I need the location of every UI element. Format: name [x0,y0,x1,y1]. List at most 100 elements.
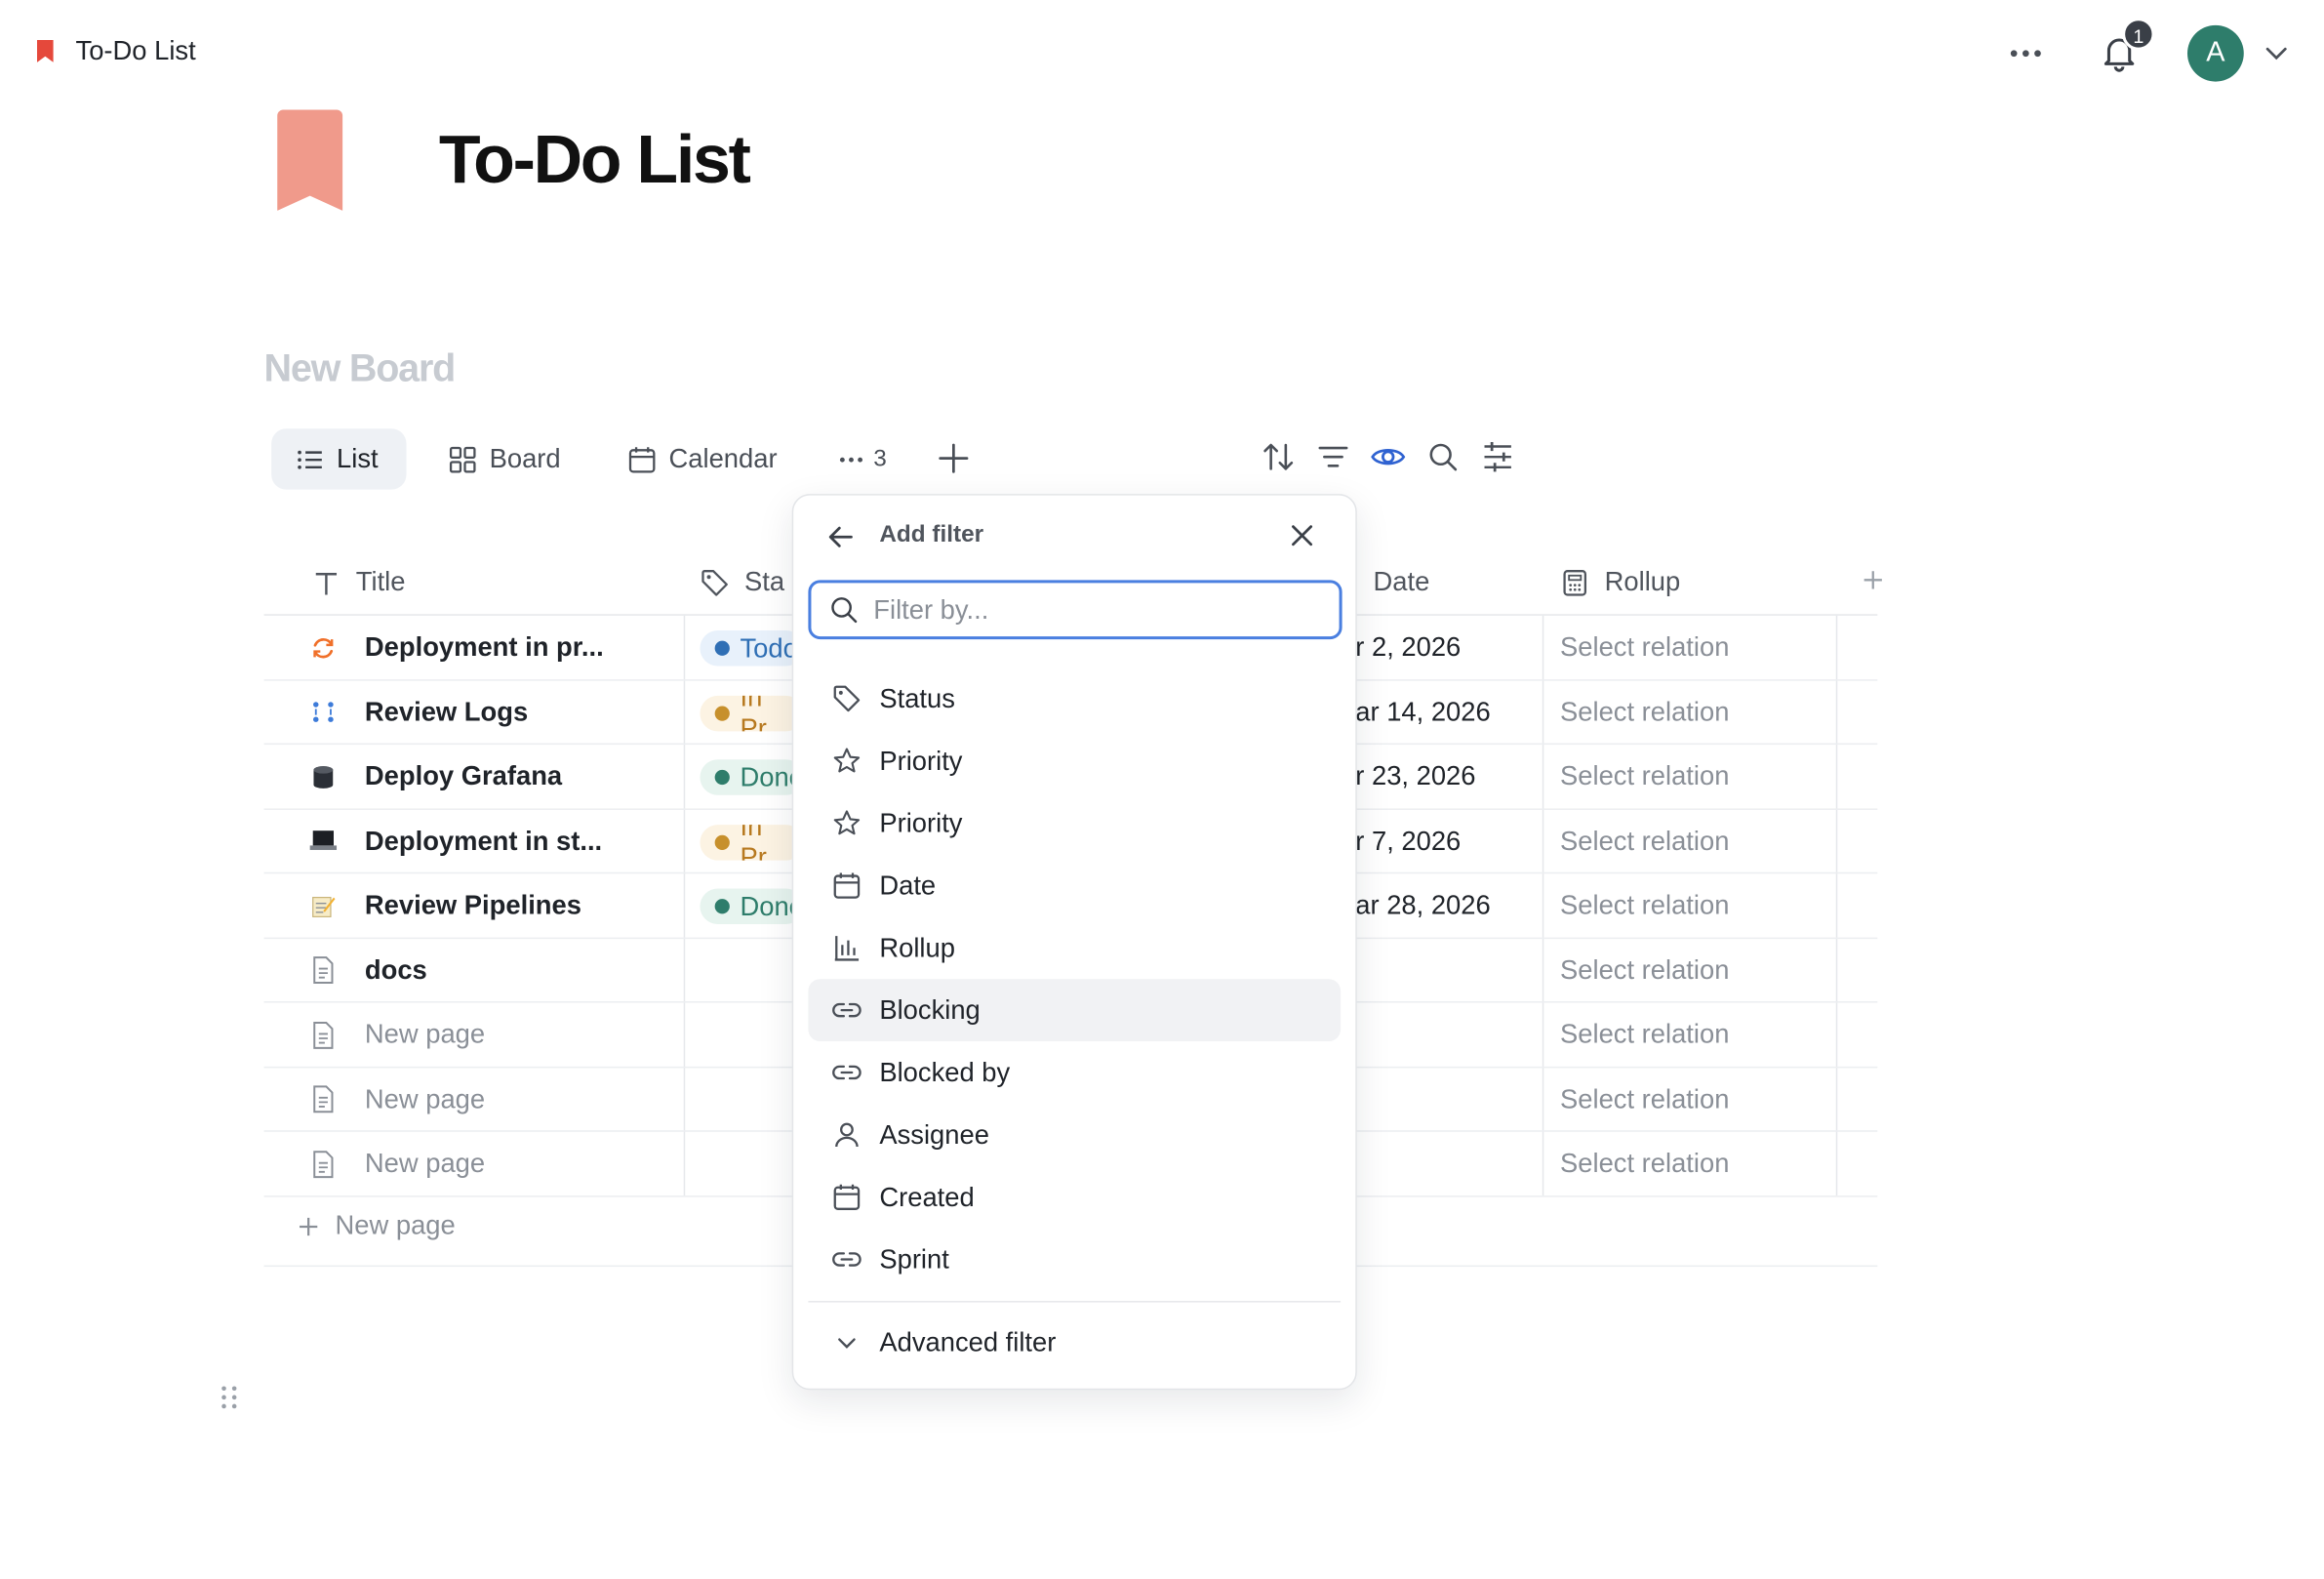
rollup-cell[interactable]: Select relation [1560,616,1729,679]
chevron-down-icon[interactable] [2264,40,2290,66]
more-options-icon[interactable] [2005,32,2047,74]
page-title[interactable]: To-Do List [439,119,751,199]
title-cell[interactable]: docs [308,938,427,1001]
board-icon [449,446,476,472]
status-badge[interactable]: Done [700,759,804,795]
filter-option-label: Blocking [879,994,981,1025]
rollup-cell[interactable]: Select relation [1560,1068,1729,1131]
title-cell[interactable]: New page [308,1003,485,1067]
row-title: New page [364,1083,486,1113]
column-header-status[interactable]: Sta [700,548,784,615]
sync-icon [308,632,338,662]
date-cell[interactable]: r 2, 2026 [1355,616,1461,679]
avatar[interactable]: A [2187,24,2244,82]
filter-search-input[interactable] [873,593,1319,626]
date-cell[interactable]: ar 28, 2026 [1355,873,1490,937]
close-icon[interactable] [1286,519,1318,551]
breadcrumb-title[interactable]: To-Do List [76,35,196,66]
search-icon [831,597,858,624]
status-badge[interactable]: In Pr [700,695,804,731]
column-label: Sta [744,566,785,597]
date-cell[interactable]: r 7, 2026 [1355,809,1461,872]
filter-option-created[interactable]: Created [808,1166,1341,1229]
row-title: Deployment in st... [364,825,603,856]
settings-sliders-icon[interactable] [1478,437,1517,476]
title-cell[interactable]: New page [308,1068,485,1131]
filter-option-blocking[interactable]: Blocking [808,979,1342,1042]
status-dot [714,640,730,656]
page-bookmark-icon[interactable] [274,109,345,211]
rollup-cell[interactable]: Select relation [1560,873,1729,937]
filter-search-field[interactable] [808,580,1342,640]
status-dot [714,705,730,720]
row-title: Review Pipelines [364,890,581,920]
rollup-cell[interactable]: Select relation [1560,938,1729,1001]
title-cell[interactable]: Review Logs [308,680,528,744]
sort-icon[interactable] [1259,437,1298,476]
add-filter-popover: Add filter Status Priority Priority Date [791,494,1357,1391]
filter-option-priority[interactable]: Priority [808,730,1341,792]
back-arrow-icon[interactable] [824,521,857,553]
filter-option-priority[interactable]: Priority [808,792,1341,855]
column-header-date[interactable]: Date [1374,548,1430,615]
status-dot [714,899,730,914]
title-cell[interactable]: Deployment in st... [308,809,602,872]
filter-option-status[interactable]: Status [808,668,1341,730]
filter-option-date[interactable]: Date [808,855,1341,917]
rollup-cell[interactable]: Select relation [1560,809,1729,872]
row-title: Deploy Grafana [364,760,563,791]
date-cell[interactable]: ar 14, 2026 [1355,680,1490,744]
calendar-icon [833,872,861,899]
filter-option-label: Priority [879,745,963,776]
tag-icon [701,569,728,595]
add-column-icon[interactable] [1860,567,1886,593]
filter-icon[interactable] [1314,437,1353,476]
title-cell[interactable]: Review Pipelines [308,873,581,937]
status-badge[interactable]: Done [700,888,804,924]
filter-option-label: Priority [879,807,963,838]
column-header-title[interactable]: Title [311,548,405,615]
rollup-cell[interactable]: Select relation [1560,1003,1729,1067]
link-icon [832,1252,861,1267]
row-title: docs [364,954,427,985]
rollup-cell[interactable]: Select relation [1560,745,1729,808]
column-label: Rollup [1604,566,1681,597]
filter-option-assignee[interactable]: Assignee [808,1104,1341,1166]
column-header-rollup[interactable]: Rollup [1560,548,1680,615]
tab-board[interactable]: Board [424,428,584,489]
calendar-icon [833,1184,861,1210]
title-cell[interactable]: Deployment in pr... [308,616,604,679]
filter-option-label: Date [879,870,937,900]
search-icon[interactable] [1423,437,1463,476]
tab-label: Calendar [668,443,778,473]
title-cell[interactable]: New page [308,1132,485,1195]
star-icon [833,810,861,835]
chevron-down-icon [838,1338,856,1349]
status-badge[interactable]: In Pr [700,824,804,860]
filter-option-sprint[interactable]: Sprint [808,1229,1341,1291]
status-badge[interactable]: Todo [700,630,804,667]
eye-icon[interactable] [1369,437,1408,476]
new-page-button[interactable]: New page [297,1210,456,1241]
tab-list[interactable]: List [271,428,407,490]
plus-icon [300,1217,318,1235]
filter-option-rollup[interactable]: Rollup [808,916,1341,979]
tab-calendar[interactable]: Calendar [604,428,801,489]
advanced-filter-label: Advanced filter [879,1326,1057,1357]
title-cell[interactable]: Deploy Grafana [308,745,562,808]
rollup-cell[interactable]: Select relation [1560,1132,1729,1195]
filter-option-label: Rollup [879,932,955,962]
drag-handle-icon[interactable] [220,1383,240,1412]
board-title[interactable]: New Board [264,345,457,391]
status-dot [714,834,730,850]
more-views-button[interactable]: 3 [823,428,902,489]
rollup-cell[interactable]: Select relation [1560,680,1729,744]
add-view-icon[interactable] [932,436,977,481]
page-icon [308,955,338,985]
filter-option-blocked-by[interactable]: Blocked by [808,1041,1341,1104]
advanced-filter-button[interactable]: Advanced filter [808,1312,1341,1374]
popover-title: Add filter [879,522,984,547]
row-title: New page [364,1148,486,1178]
divider [808,1301,1342,1303]
date-cell[interactable]: r 23, 2026 [1355,745,1475,808]
